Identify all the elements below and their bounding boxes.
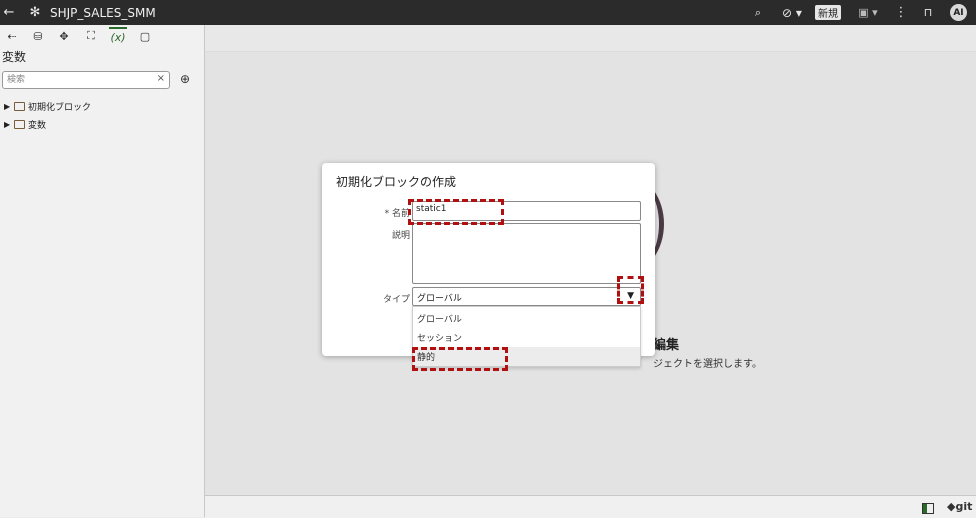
option-static[interactable]: 静的 <box>413 347 640 366</box>
type-label: タイプ <box>382 295 410 305</box>
clear-icon[interactable]: × <box>157 73 165 84</box>
option-global[interactable]: グローバル <box>413 309 640 328</box>
new-button[interactable]: 新規 <box>815 5 841 20</box>
tree-item-variables[interactable]: ▶ 変数 <box>4 117 46 131</box>
avatar[interactable]: AI <box>950 4 967 21</box>
type-select[interactable]: グローバル ▼ <box>412 287 641 306</box>
expand-arrow-icon[interactable]: ▶ <box>4 102 14 111</box>
check-consistency-icon[interactable]: ⊘ ▾ <box>779 0 805 25</box>
search-box: × <box>2 71 170 89</box>
status-bar: ◆git <box>205 495 976 518</box>
required-mark: * <box>384 209 390 219</box>
type-dropdown-list: グローバル セッション 静的 <box>412 306 641 367</box>
description-textarea[interactable] <box>412 223 641 284</box>
main-header <box>205 25 976 52</box>
chevron-down-icon[interactable]: ▼ <box>627 291 634 301</box>
search-input[interactable] <box>7 73 157 87</box>
tree-item-label: 変数 <box>28 120 47 131</box>
app-icon: ✻ <box>29 5 41 20</box>
description-label: 説明 <box>391 231 410 241</box>
save-icon[interactable]: ▣ ▾ <box>856 0 880 25</box>
name-input[interactable] <box>416 204 616 214</box>
panel-title: 変数 <box>2 50 27 64</box>
name-label-text: 名前 <box>391 209 410 219</box>
database-icon[interactable]: ⛁ <box>30 28 46 44</box>
more-menu-icon[interactable]: ⋮ <box>895 0 908 25</box>
folder-icon <box>14 119 25 129</box>
empty-state-subtitle: ジェクトを選択します。 <box>653 359 762 370</box>
expand-arrow-icon[interactable]: ▶ <box>4 120 14 129</box>
app-title: SHJP_SALES_SMM <box>50 5 156 20</box>
empty-state-title: 編集 <box>653 338 680 353</box>
name-field <box>412 201 641 221</box>
add-icon[interactable]: ⊕ <box>178 72 192 86</box>
back-arrow-icon[interactable]: ← <box>0 0 18 25</box>
top-bar: ← ✻ SHJP_SALES_SMM ⌕ ⊘ ▾ 新規 ▣ ▾ ⋮ ⊓ AI <box>0 0 976 25</box>
option-session[interactable]: セッション <box>413 328 640 347</box>
tree-item-label: 初期化ブロック <box>28 102 92 113</box>
panel-toggle-icon[interactable] <box>922 503 934 514</box>
name-label: * 名前 <box>380 206 410 219</box>
left-panel: ⇠ ⛁ ✥ ⛶ (x) ▢ 変数 × ⊕ ▶ 初期化ブロック ▶ 変数 <box>0 25 205 517</box>
dialog-title: 初期化ブロックの作成 <box>336 175 457 189</box>
document-icon[interactable]: ▢ <box>137 28 153 44</box>
move-icon[interactable]: ✥ <box>56 28 72 44</box>
tree-item-init-blocks[interactable]: ▶ 初期化ブロック <box>4 99 91 113</box>
variables-icon[interactable]: (x) <box>109 27 127 45</box>
fit-frame-icon[interactable]: ⛶ <box>83 28 99 44</box>
git-icon[interactable]: ◆git <box>947 500 972 513</box>
back-tool-icon[interactable]: ⇠ <box>4 28 20 44</box>
type-selected-value: グローバル <box>417 294 462 304</box>
bookmark-icon[interactable]: ⊓ <box>922 0 934 25</box>
folder-icon <box>14 101 25 111</box>
search-icon[interactable]: ⌕ <box>751 0 765 25</box>
